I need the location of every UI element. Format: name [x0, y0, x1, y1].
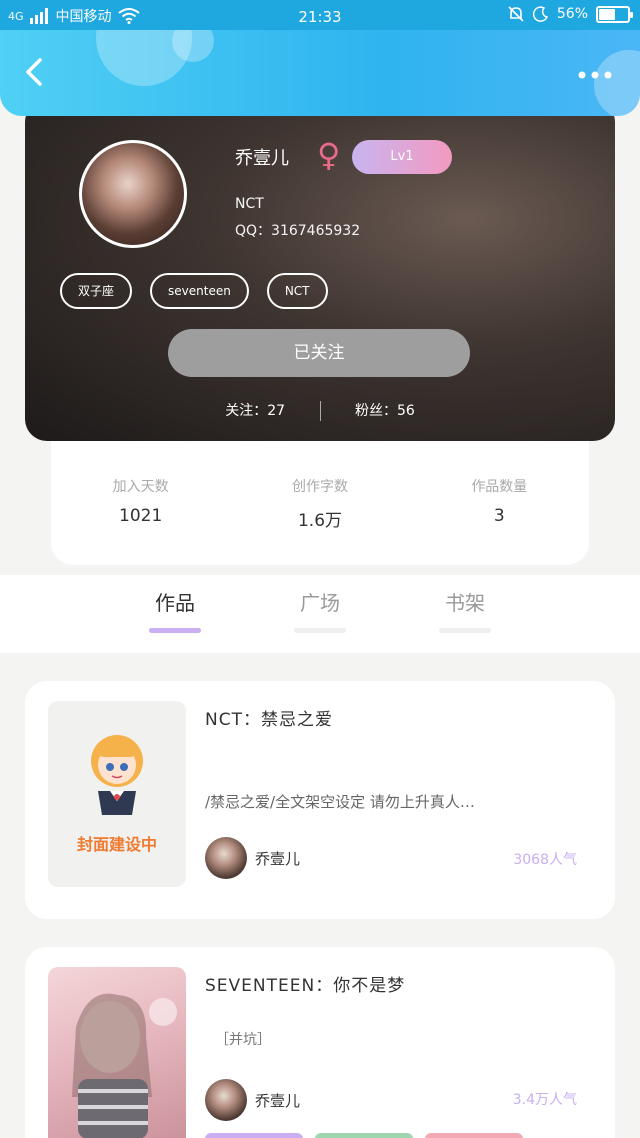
tab-label: 书架: [445, 591, 485, 615]
stat-value: 3: [493, 506, 505, 526]
back-button[interactable]: [16, 52, 56, 92]
tab-works[interactable]: 作品: [120, 587, 230, 633]
author-name: 乔壹儿: [255, 1091, 301, 1110]
stat-label: 加入天数: [112, 479, 169, 495]
cover-portrait-icon: [72, 993, 177, 1138]
bell-muted-icon: [508, 6, 524, 22]
avatar: [205, 837, 247, 879]
work-views: 3068人气: [513, 852, 577, 868]
work-card[interactable]: SEVENTEEN：你不是梦 ［并坑］ 乔壹儿 3.4万人气: [25, 947, 615, 1138]
stat-label: 作品数量: [471, 479, 528, 495]
level-badge: Lv1: [352, 140, 452, 174]
divider: [319, 401, 321, 421]
work-description: /禁忌之爱/全文架空设定 请勿上升真人…: [205, 793, 475, 811]
stats-card: 加入天数 1021 创作字数 1.6万 作品数量 3: [51, 430, 589, 565]
work-cover[interactable]: [48, 967, 186, 1138]
following-count: 27: [267, 403, 286, 419]
tab-label: 广场: [300, 591, 340, 615]
stat-label: 创作字数: [291, 479, 348, 495]
tab-bar: 作品 广场 书架: [0, 575, 640, 653]
avatar[interactable]: [79, 140, 187, 248]
stat-value: 1021: [119, 506, 163, 526]
follow-stats: 关注：27 粉丝：56: [25, 400, 615, 421]
gender-female-icon: ♀: [317, 136, 341, 174]
profile-tag[interactable]: NCT: [266, 273, 328, 309]
fans-label: 粉丝：: [354, 403, 397, 419]
header-bar: [0, 30, 640, 116]
profile-group: NCT: [235, 196, 264, 212]
follow-button[interactable]: 已关注: [168, 329, 470, 377]
work-tag-row: [205, 1133, 523, 1138]
work-views: 3.4万人气: [512, 1092, 577, 1108]
work-status-tag: ［并坑］: [215, 1032, 271, 1048]
work-author[interactable]: 乔壹儿: [205, 1079, 300, 1121]
work-cover[interactable]: 封面建设中: [48, 701, 186, 887]
tab-indicator: [439, 628, 491, 633]
work-tag-chip[interactable]: [205, 1133, 303, 1138]
fans-count: 56: [396, 403, 415, 419]
avatar: [205, 1079, 247, 1121]
cover-placeholder-text: 封面建设中: [76, 835, 157, 854]
profile-name: 乔壹儿: [235, 148, 289, 169]
work-title[interactable]: NCT：禁忌之爱: [205, 705, 333, 730]
decor-bubble: [594, 50, 640, 116]
work-title[interactable]: SEVENTEEN：你不是梦: [205, 971, 405, 996]
moon-icon: [532, 6, 548, 22]
more-button[interactable]: [578, 66, 612, 80]
work-tag-chip[interactable]: [315, 1133, 413, 1138]
battery-percent: 56%: [556, 6, 588, 22]
tab-indicator: [149, 628, 201, 633]
tab-bookshelf[interactable]: 书架: [410, 587, 520, 633]
mascot-icon: [91, 735, 143, 815]
profile-tag[interactable]: 双子座: [60, 273, 133, 309]
stat-value: 1.6万: [297, 511, 343, 531]
more-dots-icon: [578, 71, 612, 79]
following-stat[interactable]: 关注：27: [225, 403, 285, 419]
work-card[interactable]: 封面建设中 NCT：禁忌之爱 /禁忌之爱/全文架空设定 请勿上升真人… 乔壹儿 …: [25, 681, 615, 919]
tab-indicator: [294, 628, 346, 633]
stat-word-count: 创作字数 1.6万: [230, 476, 409, 565]
tab-label: 作品: [155, 591, 195, 615]
work-author[interactable]: 乔壹儿: [205, 837, 300, 879]
tab-square[interactable]: 广场: [265, 587, 375, 633]
profile-tags: 双子座 seventeen NCT: [60, 273, 328, 309]
stat-works-count: 作品数量 3: [410, 476, 589, 565]
status-bar: 4G 中国移动 21:33 56%: [0, 0, 640, 34]
fans-stat[interactable]: 粉丝：56: [355, 403, 415, 419]
profile-qq: QQ：3167465932: [235, 223, 361, 239]
chevron-left-icon: [26, 58, 42, 86]
following-label: 关注：: [225, 403, 268, 419]
profile-card: 乔壹儿 ♀ Lv1 NCT QQ：3167465932 双子座 seventee…: [25, 100, 615, 441]
profile-tag[interactable]: seventeen: [150, 273, 249, 309]
work-tag-chip[interactable]: [425, 1133, 523, 1138]
battery-icon: [596, 5, 633, 23]
stat-join-days: 加入天数 1021: [51, 476, 230, 565]
author-name: 乔壹儿: [255, 849, 301, 868]
battery-fill: [599, 8, 615, 20]
